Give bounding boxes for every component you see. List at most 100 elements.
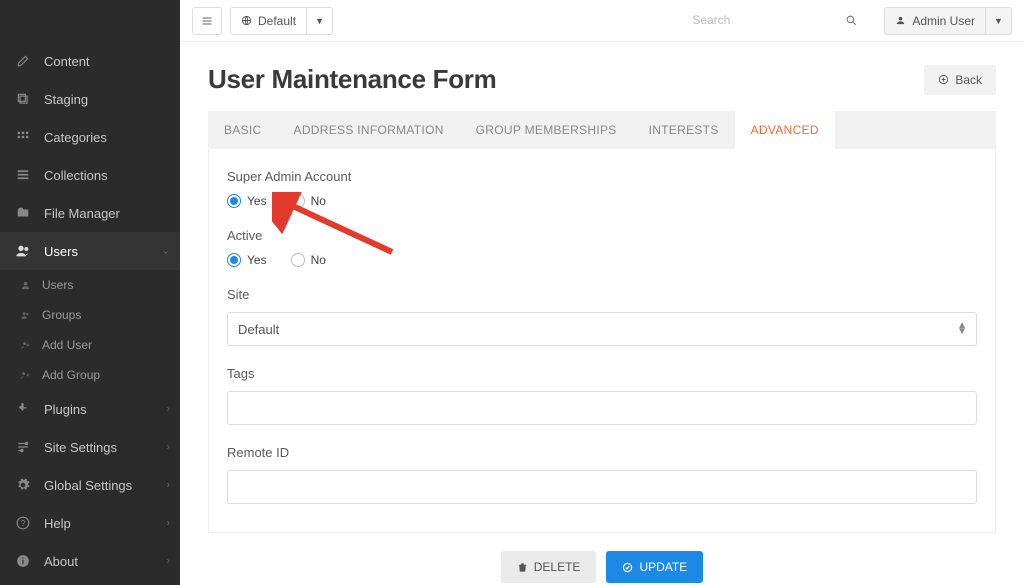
user-icon bbox=[18, 278, 32, 292]
super-admin-no-radio[interactable]: No bbox=[291, 194, 326, 208]
sidebar-item-label: Help bbox=[44, 516, 71, 531]
info-icon bbox=[14, 552, 32, 570]
content-area: User Maintenance Form Back BASIC ADDRESS… bbox=[180, 42, 1024, 585]
sidebar-item-collections[interactable]: Collections bbox=[0, 156, 180, 194]
sidebar-item-label: Site Settings bbox=[44, 440, 117, 455]
chevron-right-icon: › bbox=[167, 518, 170, 529]
radio-icon bbox=[227, 253, 241, 267]
users-plus-icon bbox=[18, 368, 32, 382]
copy-icon bbox=[14, 90, 32, 108]
chevron-right-icon: › bbox=[167, 480, 170, 491]
tab-interests[interactable]: INTERESTS bbox=[633, 111, 735, 149]
pencil-icon bbox=[14, 52, 32, 70]
delete-button[interactable]: DELETE bbox=[501, 551, 597, 583]
tags-input[interactable] bbox=[227, 391, 977, 425]
sidebar-sub-label: Add User bbox=[42, 338, 92, 352]
caret-down-icon: ▼ bbox=[994, 16, 1003, 26]
globe-icon bbox=[241, 15, 252, 26]
advanced-form: Super Admin Account Yes No Active bbox=[208, 149, 996, 533]
super-admin-yes-radio[interactable]: Yes bbox=[227, 194, 267, 208]
sidebar-item-label: Staging bbox=[44, 92, 88, 107]
site-select-caret[interactable]: ▼ bbox=[307, 7, 333, 35]
delete-button-label: DELETE bbox=[534, 560, 581, 574]
sidebar-item-label: Global Settings bbox=[44, 478, 132, 493]
sidebar-item-label: Categories bbox=[44, 130, 107, 145]
grid-icon bbox=[14, 128, 32, 146]
users-icon bbox=[14, 242, 32, 260]
sidebar: Content Staging Categories Collections F… bbox=[0, 0, 180, 585]
site-label: Site bbox=[227, 287, 977, 302]
check-circle-icon bbox=[622, 562, 633, 573]
help-icon: ? bbox=[14, 514, 32, 532]
sidebar-sub-add-user[interactable]: Add User bbox=[0, 330, 180, 360]
active-label: Active bbox=[227, 228, 977, 243]
radio-no-label: No bbox=[311, 194, 326, 208]
list-icon bbox=[14, 166, 32, 184]
tab-group-memberships[interactable]: GROUP MEMBERSHIPS bbox=[460, 111, 633, 149]
sidebar-item-site-settings[interactable]: Site Settings › bbox=[0, 428, 180, 466]
sidebar-item-categories[interactable]: Categories bbox=[0, 118, 180, 156]
tab-basic[interactable]: BASIC bbox=[208, 111, 278, 149]
sidebar-item-label: Content bbox=[44, 54, 90, 69]
trash-icon bbox=[517, 562, 528, 573]
site-select[interactable]: Default bbox=[227, 312, 977, 346]
chevron-right-icon: › bbox=[167, 442, 170, 453]
tags-label: Tags bbox=[227, 366, 977, 381]
user-icon bbox=[895, 15, 906, 26]
folder-icon bbox=[14, 204, 32, 222]
menu-toggle-button[interactable] bbox=[192, 7, 222, 35]
tab-address-information[interactable]: ADDRESS INFORMATION bbox=[278, 111, 460, 149]
radio-yes-label: Yes bbox=[247, 194, 267, 208]
back-button[interactable]: Back bbox=[924, 65, 996, 95]
sidebar-item-label: Collections bbox=[44, 168, 108, 183]
site-select-value: Default bbox=[238, 322, 279, 337]
sidebar-item-users[interactable]: Users ⌄ bbox=[0, 232, 180, 270]
page-title: User Maintenance Form bbox=[208, 64, 496, 95]
update-button-label: UPDATE bbox=[639, 560, 687, 574]
radio-icon bbox=[291, 253, 305, 267]
sidebar-item-label: Plugins bbox=[44, 402, 87, 417]
update-button[interactable]: UPDATE bbox=[606, 551, 703, 583]
caret-down-icon: ▼ bbox=[315, 16, 324, 26]
remote-id-input[interactable] bbox=[227, 470, 977, 504]
sidebar-sub-users[interactable]: Users bbox=[0, 270, 180, 300]
sidebar-item-global-settings[interactable]: Global Settings › bbox=[0, 466, 180, 504]
radio-yes-label: Yes bbox=[247, 253, 267, 267]
active-yes-radio[interactable]: Yes bbox=[227, 253, 267, 267]
sidebar-item-content[interactable]: Content bbox=[0, 42, 180, 80]
chevron-right-icon: › bbox=[167, 404, 170, 415]
sidebar-sub-label: Groups bbox=[42, 308, 81, 322]
gear-icon bbox=[14, 476, 32, 494]
admin-user-caret[interactable]: ▼ bbox=[986, 7, 1012, 35]
tab-advanced[interactable]: ADVANCED bbox=[735, 111, 835, 149]
form-footer: DELETE UPDATE bbox=[180, 533, 1024, 585]
plus-circle-icon bbox=[938, 74, 949, 85]
search-icon[interactable] bbox=[845, 14, 858, 27]
sidebar-sub-add-group[interactable]: Add Group bbox=[0, 360, 180, 390]
hamburger-icon bbox=[201, 15, 213, 27]
sidebar-item-staging[interactable]: Staging bbox=[0, 80, 180, 118]
chevron-right-icon: › bbox=[167, 556, 170, 567]
site-select-button[interactable]: Default bbox=[230, 7, 307, 35]
radio-icon bbox=[291, 194, 305, 208]
topbar: Default ▼ Admin User bbox=[180, 0, 1024, 42]
admin-user-label: Admin User bbox=[912, 14, 975, 28]
sidebar-sub-groups[interactable]: Groups bbox=[0, 300, 180, 330]
users-icon bbox=[18, 308, 32, 322]
radio-icon bbox=[227, 194, 241, 208]
search-input[interactable] bbox=[692, 7, 862, 35]
sidebar-item-plugins[interactable]: Plugins › bbox=[0, 390, 180, 428]
back-button-label: Back bbox=[955, 73, 982, 87]
sidebar-item-label: Users bbox=[44, 244, 78, 259]
svg-text:?: ? bbox=[21, 519, 26, 528]
user-plus-icon bbox=[18, 338, 32, 352]
sidebar-item-file-manager[interactable]: File Manager bbox=[0, 194, 180, 232]
active-no-radio[interactable]: No bbox=[291, 253, 326, 267]
sidebar-item-help[interactable]: ? Help › bbox=[0, 504, 180, 542]
super-admin-label: Super Admin Account bbox=[227, 169, 977, 184]
sidebar-item-label: File Manager bbox=[44, 206, 120, 221]
radio-no-label: No bbox=[311, 253, 326, 267]
sidebar-item-about[interactable]: About › bbox=[0, 542, 180, 580]
admin-user-button[interactable]: Admin User bbox=[884, 7, 986, 35]
tab-bar: BASIC ADDRESS INFORMATION GROUP MEMBERSH… bbox=[208, 111, 996, 149]
